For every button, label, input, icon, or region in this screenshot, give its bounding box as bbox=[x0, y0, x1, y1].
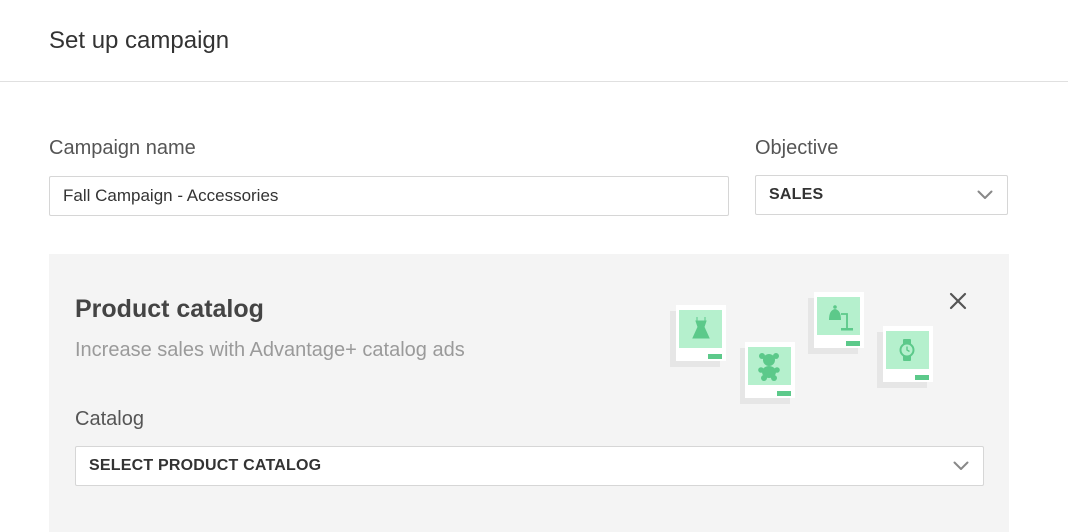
panel-title: Product catalog bbox=[75, 295, 264, 323]
close-button[interactable] bbox=[947, 290, 969, 312]
campaign-name-input[interactable] bbox=[49, 176, 729, 216]
objective-label: Objective bbox=[755, 137, 839, 159]
chevron-down-icon bbox=[976, 186, 994, 204]
watch-icon bbox=[877, 326, 933, 388]
dress-icon bbox=[670, 305, 726, 367]
campaign-name-label: Campaign name bbox=[49, 137, 196, 159]
page-title: Set up campaign bbox=[49, 27, 230, 54]
lamp-icon bbox=[808, 292, 864, 354]
catalog-select[interactable]: SELECT PRODUCT CATALOG bbox=[75, 446, 984, 486]
chevron-down-icon bbox=[952, 457, 970, 475]
objective-selected-value: SALES bbox=[769, 186, 824, 203]
close-icon bbox=[949, 292, 967, 310]
product-catalog-panel: Product catalog Increase sales with Adva… bbox=[49, 254, 1009, 532]
catalog-selected-value: SELECT PRODUCT CATALOG bbox=[89, 457, 322, 474]
teddy-bear-icon bbox=[740, 342, 795, 404]
page-header: Set up campaign bbox=[0, 0, 1068, 82]
panel-subtitle: Increase sales with Advantage+ catalog a… bbox=[75, 339, 465, 361]
objective-select[interactable]: SALES bbox=[755, 175, 1008, 215]
catalog-label: Catalog bbox=[75, 408, 144, 430]
product-catalog-illustration bbox=[670, 292, 933, 404]
